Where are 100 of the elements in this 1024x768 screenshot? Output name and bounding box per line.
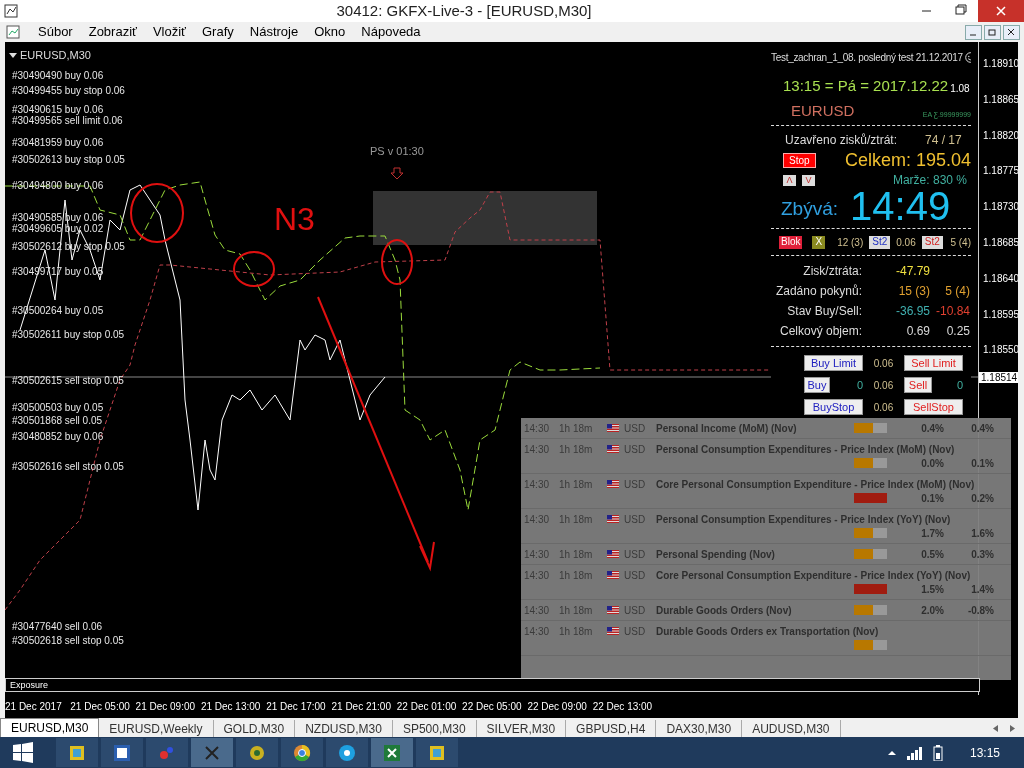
exposure-label: Exposure [10, 680, 49, 690]
menu-item[interactable]: Grafy [194, 22, 242, 42]
flag-icon [607, 627, 619, 635]
price-label: 1.18910 [983, 58, 1018, 69]
st2-button[interactable]: St2 [921, 235, 943, 249]
price-label: 1.18550 [983, 344, 1018, 356]
forecast-text: 1.7% [920, 526, 944, 541]
order-label: #30502613 buy stop 0.05 [12, 154, 125, 165]
flag-icon [607, 550, 619, 558]
field-label: Stav Buy/Sell: [786, 303, 862, 320]
count-text: 0 [955, 377, 963, 393]
dropdown-icon[interactable] [8, 51, 18, 59]
field-value: 0.25 [945, 323, 970, 340]
blok-button[interactable]: Blok [779, 235, 803, 249]
count-text: 12 (3) [837, 235, 864, 250]
close-button[interactable] [1003, 24, 1020, 40]
panel-title: Test_zachran_1_08. posledný test 21.12.2017 [771, 50, 963, 65]
st2-button[interactable]: St2 [869, 235, 891, 249]
minimize-button[interactable] [965, 24, 982, 40]
count-text: 0 [855, 377, 863, 393]
chart-symbol: EURUSD,M30 [20, 49, 91, 61]
previous-text: 1.4% [970, 582, 995, 597]
previous-text: 1.6% [970, 526, 995, 541]
time-text: 14:30 [523, 512, 551, 527]
taskbar-app[interactable] [101, 738, 143, 767]
scroll-right-icon[interactable] [1009, 724, 1016, 733]
battery-icon[interactable] [931, 744, 944, 761]
buy-button[interactable]: Buy [804, 377, 830, 393]
order-label: #30490490 buy 0.06 [12, 70, 104, 81]
currency-text: USD [624, 568, 647, 583]
time-text: 14:30 [523, 421, 551, 436]
arrow-button[interactable]: Λ [783, 174, 796, 186]
currency-text: USD [624, 603, 647, 618]
order-label: #30502611 buy stop 0.05 [12, 329, 125, 340]
clock-suffix: 1.08 [950, 82, 970, 96]
taskbar-app[interactable] [56, 738, 98, 767]
app-icon [4, 4, 18, 18]
symbol-text: EURUSD [791, 102, 855, 120]
menu-item[interactable]: Zobraziť [80, 22, 145, 42]
chart-tab[interactable]: EURUSD,M30 [0, 718, 100, 737]
taskbar-app[interactable] [416, 738, 458, 767]
taskbar-app[interactable] [326, 738, 368, 767]
event-name: Durable Goods Orders (Nov) [656, 603, 792, 618]
menu-item[interactable]: Nápoveda [353, 22, 429, 42]
flag-icon [607, 571, 619, 579]
signal-icon[interactable] [906, 745, 922, 760]
event-name: Core Personal Consumption Expenditure - Price Index (YoY) (Nov) [656, 568, 971, 583]
chart-annotation: N3 [274, 201, 315, 237]
time-label: 21 Dec 05:00 [70, 700, 131, 714]
highlight-circle [233, 251, 275, 287]
menu-item[interactable]: Okno [306, 22, 354, 42]
tray-caret-icon[interactable] [886, 749, 897, 756]
price-label: 1.18640 [983, 272, 1018, 284]
field-label: Zadáno pokynů: [774, 283, 862, 300]
order-label: #30481959 buy 0.06 [12, 137, 104, 148]
time-label: 22 Dec 01:00 [396, 700, 458, 714]
order-label: #30480852 buy 0.06 [12, 431, 104, 442]
clock-text: 13:15 = Pá = 2017.12.22 [783, 76, 949, 96]
down-arrow-icon [390, 167, 404, 180]
field-value: 0.69 [905, 323, 930, 340]
time-text: 14:30 [523, 442, 551, 457]
start-button[interactable] [13, 742, 33, 763]
sell-button[interactable]: Sell Limit [904, 355, 963, 371]
buy-button[interactable]: Buy Limit [804, 355, 863, 371]
time-label: 21 Dec 21:00 [331, 700, 392, 714]
price-label: 1.18595 [983, 308, 1018, 320]
flag-icon [607, 606, 619, 614]
time-text: 14:30 [523, 568, 551, 583]
stop-button[interactable]: Stop [783, 152, 816, 168]
taskbar-app[interactable] [236, 738, 278, 767]
price-label: 1.18775 [983, 165, 1018, 177]
menu-item[interactable]: Nástroje [241, 22, 307, 42]
time-text: 14:30 [523, 603, 551, 618]
currency-text: USD [624, 624, 647, 639]
sell-button[interactable]: Sell [904, 377, 932, 393]
flag-icon [607, 515, 619, 523]
remaining-time: 14:49 [850, 188, 951, 224]
previous-text: 0.4% [970, 421, 995, 436]
order-label: #30499565 sell limit 0.06 [12, 115, 123, 126]
field-value: -36.95 [894, 303, 930, 320]
highlight-circle [130, 183, 184, 243]
event-name: Personal Consumption Expenditures - Price Index (YoY) (Nov) [656, 512, 951, 527]
sell-button[interactable]: SellStop [904, 399, 963, 415]
taskbar-app[interactable] [281, 738, 323, 767]
menu-item[interactable]: Súbor [30, 22, 81, 42]
menu-item[interactable]: Vložiť [144, 22, 194, 42]
order-label: #30502618 sell stop 0.05 [12, 635, 124, 646]
taskbar-app[interactable] [371, 738, 413, 767]
time-text: 14:30 [523, 624, 551, 639]
highlight-circle [381, 239, 413, 285]
scroll-left-icon[interactable] [992, 724, 999, 733]
buy-button[interactable]: BuyStop [804, 399, 863, 415]
time-label: 22 Dec 09:00 [527, 700, 588, 714]
arrow-button[interactable]: V [802, 174, 815, 186]
app-icon [337, 742, 357, 763]
window-title: 30412: GKFX-Live-3 - [EURUSD,M30] [335, 0, 593, 21]
flag-icon [607, 480, 619, 488]
lot-text: 0.06 [896, 235, 916, 250]
currency-text: USD [624, 477, 647, 492]
x-button[interactable]: X [812, 235, 826, 249]
